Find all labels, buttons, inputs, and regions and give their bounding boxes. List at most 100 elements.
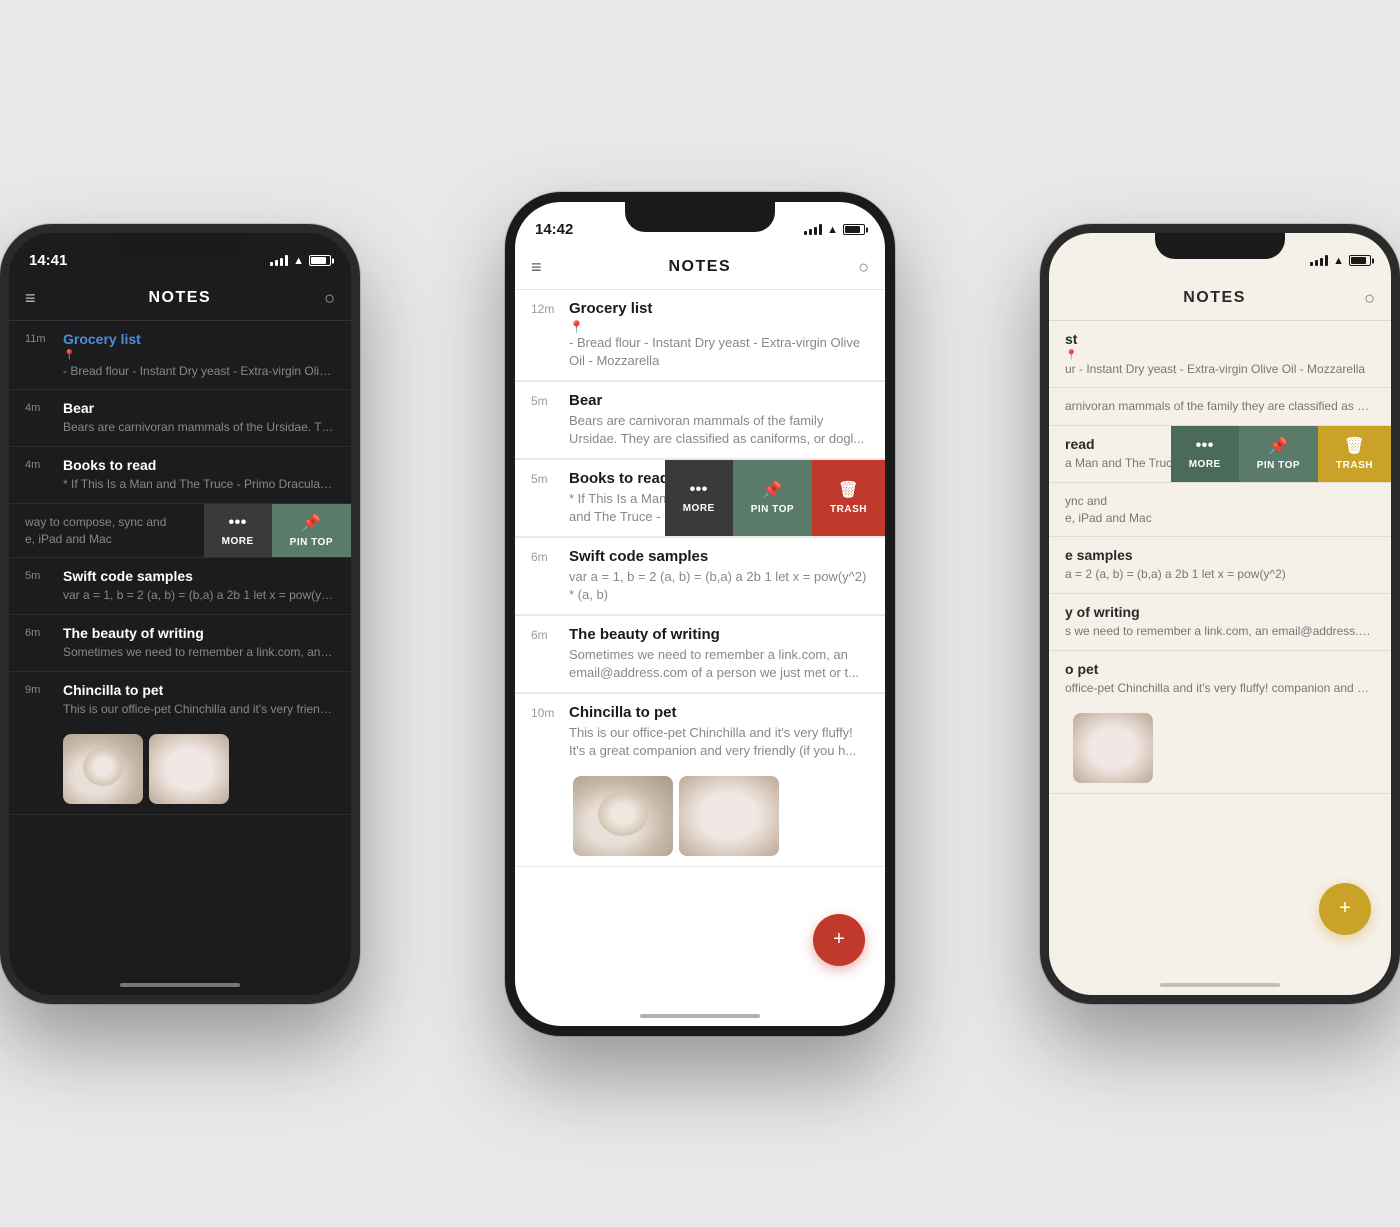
pin-button-right[interactable]: 📌 PIN TOP bbox=[1239, 426, 1318, 482]
list-item[interactable]: 5m Books to read * If This Is a Man and … bbox=[515, 460, 885, 537]
list-item[interactable]: 4m Books to read * If This Is a Man and … bbox=[9, 447, 351, 504]
more-label: MORE bbox=[1189, 459, 1221, 470]
note-images-left bbox=[25, 734, 335, 804]
note-title: o pet bbox=[1065, 661, 1375, 677]
list-item[interactable]: e samples a = 2 (a, b) = (b,a) a 2b 1 le… bbox=[1049, 537, 1391, 594]
phone-right: ▲ NOTES ○ st 📍 ur - Instant Dry yeast - … bbox=[1040, 224, 1400, 1004]
list-item[interactable]: arnivoran mammals of the family they are… bbox=[1049, 388, 1391, 426]
note-title: Books to read bbox=[63, 457, 335, 473]
app-header-left: ≡ NOTES ○ bbox=[9, 277, 351, 321]
menu-icon-left[interactable]: ≡ bbox=[25, 288, 36, 309]
note-preview: office-pet Chinchilla and it's very fluf… bbox=[1065, 680, 1375, 697]
phone-left: 14:41 ▲ ≡ NOTES ○ bbox=[0, 224, 360, 1004]
more-button-center[interactable]: ••• MORE bbox=[665, 460, 733, 536]
image-thumb-2 bbox=[149, 734, 229, 804]
list-item[interactable]: 4m Bear Bears are carnivoran mammals of … bbox=[9, 390, 351, 447]
list-item[interactable]: 11m Grocery list 📍 - Bread flour - Insta… bbox=[9, 321, 351, 391]
trash-button-center[interactable]: 🗑 TRASH bbox=[812, 460, 885, 536]
note-preview: This is our office-pet Chinchilla and it… bbox=[63, 701, 335, 718]
image-thumb-1 bbox=[1073, 713, 1153, 783]
note-title: st bbox=[1065, 331, 1375, 347]
new-note-button-center[interactable]: + bbox=[813, 914, 865, 966]
add-icon-right: + bbox=[1339, 897, 1351, 920]
note-time: 6m bbox=[531, 626, 559, 682]
app-header-right: NOTES ○ bbox=[1049, 277, 1391, 321]
note-preview: var a = 1, b = 2 (a, b) = (b,a) a 2b 1 l… bbox=[569, 568, 869, 604]
list-item[interactable]: way to compose, sync and e, iPad and Mac… bbox=[9, 504, 351, 559]
note-content: The beauty of writing Sometimes we need … bbox=[569, 626, 869, 682]
battery-icon-left bbox=[309, 255, 331, 266]
app-header-center: ≡ NOTES ○ bbox=[515, 246, 885, 290]
battery-icon-right bbox=[1349, 255, 1371, 266]
list-item[interactable]: o pet office-pet Chinchilla and it's ver… bbox=[1049, 651, 1391, 794]
note-time: 5m bbox=[531, 470, 559, 526]
note-time: 11m bbox=[25, 331, 53, 380]
signal-icon-left bbox=[270, 255, 288, 266]
list-item[interactable]: 5m Bear Bears are carnivoran mammals of … bbox=[515, 382, 885, 459]
note-content: Grocery list 📍 - Bread flour - Instant D… bbox=[569, 300, 869, 370]
trash-label: TRASH bbox=[830, 504, 867, 515]
note-content: Bear Bears are carnivoran mammals of the… bbox=[569, 392, 869, 448]
trash-button-right[interactable]: 🗑 TRASH bbox=[1318, 426, 1391, 482]
more-button-left[interactable]: ••• MORE bbox=[204, 504, 272, 558]
pin-label: PIN TOP bbox=[1257, 460, 1300, 471]
search-icon-right[interactable]: ○ bbox=[1364, 288, 1375, 309]
swipe-actions-right: ••• MORE 📌 PIN TOP 🗑 TRASH bbox=[1171, 426, 1391, 482]
note-content: The beauty of writing Sometimes we need … bbox=[63, 625, 335, 661]
home-indicator-center bbox=[640, 1014, 760, 1018]
pin-icon: 📍 bbox=[63, 350, 335, 361]
note-images-right bbox=[1065, 713, 1375, 783]
note-content: e samples a = 2 (a, b) = (b,a) a 2b 1 le… bbox=[1065, 547, 1375, 583]
note-content: ync and e, iPad and Mac bbox=[1065, 493, 1375, 527]
list-item[interactable]: 6m Swift code samples var a = 1, b = 2 (… bbox=[515, 538, 885, 615]
more-button-right[interactable]: ••• MORE bbox=[1171, 426, 1239, 482]
search-icon-center[interactable]: ○ bbox=[858, 257, 869, 278]
menu-icon-center[interactable]: ≡ bbox=[531, 257, 542, 278]
pin-icon: 📍 bbox=[569, 320, 869, 334]
notch-center bbox=[625, 202, 775, 232]
add-icon-center: + bbox=[833, 928, 845, 951]
note-time: 5m bbox=[531, 392, 559, 448]
list-item[interactable]: 6m The beauty of writing Sometimes we ne… bbox=[515, 616, 885, 693]
note-preview: ur - Instant Dry yeast - Extra-virgin Ol… bbox=[1065, 361, 1375, 378]
list-item[interactable]: 12m Grocery list 📍 - Bread flour - Insta… bbox=[515, 290, 885, 381]
list-item[interactable]: st 📍 ur - Instant Dry yeast - Extra-virg… bbox=[1049, 321, 1391, 389]
note-title: Chincilla to pet bbox=[569, 704, 869, 721]
notes-list-left: 11m Grocery list 📍 - Bread flour - Insta… bbox=[9, 321, 351, 995]
more-dots-icon: ••• bbox=[1196, 437, 1214, 455]
list-item[interactable]: y of writing s we need to remember a lin… bbox=[1049, 594, 1391, 651]
new-note-button-right[interactable]: + bbox=[1319, 883, 1371, 935]
list-item[interactable]: 9m Chincilla to pet This is our office-p… bbox=[9, 672, 351, 815]
note-preview: - Bread flour - Instant Dry yeast - Extr… bbox=[569, 334, 869, 370]
swipe-actions-left: ••• MORE 📌 PIN TOP bbox=[204, 504, 351, 558]
list-item[interactable]: 6m The beauty of writing Sometimes we ne… bbox=[9, 615, 351, 672]
list-item[interactable]: ync and e, iPad and Mac bbox=[1049, 483, 1391, 538]
note-title: Bear bbox=[63, 400, 335, 416]
pin-icon: 📌 bbox=[762, 480, 782, 500]
list-item[interactable]: read a Man and The Truce - Primo Levi * … bbox=[1049, 426, 1391, 483]
pin-button-left[interactable]: 📌 PIN TOP bbox=[272, 504, 351, 558]
note-time: 4m bbox=[25, 400, 53, 436]
note-time: 5m bbox=[25, 568, 53, 604]
list-item[interactable]: 10m Chincilla to pet This is our office-… bbox=[515, 694, 885, 867]
more-dots-icon: ••• bbox=[229, 514, 247, 532]
note-title: y of writing bbox=[1065, 604, 1375, 620]
note-title: The beauty of writing bbox=[63, 625, 335, 641]
home-indicator-left bbox=[120, 983, 240, 987]
note-time: 9m bbox=[25, 682, 53, 718]
search-icon-left[interactable]: ○ bbox=[324, 288, 335, 309]
note-content: Swift code samples var a = 1, b = 2 (a, … bbox=[63, 568, 335, 604]
note-content: Chincilla to pet This is our office-pet … bbox=[63, 682, 335, 718]
note-title: Grocery list bbox=[569, 300, 869, 317]
note-preview: * If This Is a Man and The Truce - Primo… bbox=[63, 476, 335, 493]
note-title: Swift code samples bbox=[63, 568, 335, 584]
note-preview: a = 2 (a, b) = (b,a) a 2b 1 let x = pow(… bbox=[1065, 566, 1375, 583]
pin-label: PIN TOP bbox=[290, 537, 333, 548]
image-thumb-1 bbox=[63, 734, 143, 804]
status-icons-left: ▲ bbox=[270, 255, 331, 267]
note-preview: Bears are carnivoran mammals of the Ursi… bbox=[63, 419, 335, 436]
list-item[interactable]: 5m Swift code samples var a = 1, b = 2 (… bbox=[9, 558, 351, 615]
pin-button-center[interactable]: 📌 PIN TOP bbox=[733, 460, 812, 536]
note-content: Swift code samples var a = 1, b = 2 (a, … bbox=[569, 548, 869, 604]
note-title: e samples bbox=[1065, 547, 1375, 563]
